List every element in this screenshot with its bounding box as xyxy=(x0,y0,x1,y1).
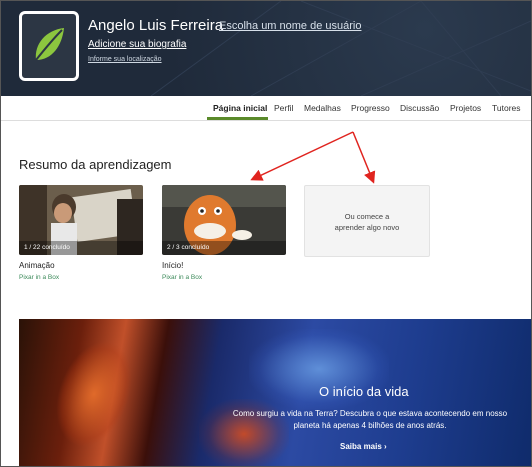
arrow-to-card xyxy=(250,131,354,181)
featured-banner: O início da vida Como surgiu a vida na T… xyxy=(19,319,531,466)
empty-card-line-2: aprender algo novo xyxy=(334,223,400,232)
start-something-new-text: Ou comece a aprender algo novo xyxy=(305,211,429,233)
course-card-animation[interactable]: 1 / 22 concluído xyxy=(19,185,143,255)
learn-more-link[interactable]: Saiba mais › xyxy=(340,442,387,451)
section-title: Resumo da aprendizagem xyxy=(19,157,172,172)
tab-home[interactable]: Página inicial xyxy=(213,103,267,113)
card-title[interactable]: Animação xyxy=(19,261,55,270)
arrow-to-empty-card xyxy=(352,131,376,184)
banner-description-line-2: planeta há apenas 4 bilhões de anos atrá… xyxy=(293,421,447,430)
banner-title: O início da vida xyxy=(319,384,409,399)
card-progress: 1 / 22 concluído xyxy=(24,244,70,251)
active-tab-indicator xyxy=(207,117,268,120)
empty-card-line-1: Ou comece a xyxy=(344,212,390,221)
tab-coaches[interactable]: Tutores xyxy=(492,103,521,113)
profile-nav: Página inicial Perfil Medalhas Progresso… xyxy=(1,96,531,121)
avatar[interactable] xyxy=(19,11,79,81)
choose-username-link[interactable]: Escolha um nome de usuário xyxy=(219,20,361,32)
card-subtitle: Pixar in a Box xyxy=(19,274,60,281)
add-bio-link[interactable]: Adicione sua biografia xyxy=(88,39,186,50)
course-card-start[interactable]: 2 / 3 concluído xyxy=(162,185,286,255)
header-background-lines xyxy=(150,1,531,96)
tab-projects[interactable]: Projetos xyxy=(450,103,481,113)
tab-discussion[interactable]: Discussão xyxy=(400,103,439,113)
card-subtitle: Pixar in a Box xyxy=(162,274,203,281)
tab-profile[interactable]: Perfil xyxy=(274,103,293,113)
profile-header: Angelo Luis Ferreira Escolha um nome de … xyxy=(1,1,531,96)
leaf-icon xyxy=(35,28,64,61)
start-something-new-card[interactable]: Ou comece a aprender algo novo xyxy=(304,185,430,257)
banner-description-line-1: Como surgiu a vida na Terra? Descubra o … xyxy=(232,409,508,418)
card-progress: 2 / 3 concluído xyxy=(167,244,210,251)
card-title[interactable]: Início! xyxy=(162,261,183,270)
tab-badges[interactable]: Medalhas xyxy=(304,103,341,113)
app-frame: Angelo Luis Ferreira Escolha um nome de … xyxy=(0,0,532,467)
add-location-link[interactable]: Informe sua localização xyxy=(88,56,162,63)
banner-texture xyxy=(42,330,146,458)
banner-description: Como surgiu a vida na Terra? Descubra o … xyxy=(215,408,525,432)
tab-progress[interactable]: Progresso xyxy=(351,103,390,113)
user-name: Angelo Luis Ferreira xyxy=(88,17,224,34)
